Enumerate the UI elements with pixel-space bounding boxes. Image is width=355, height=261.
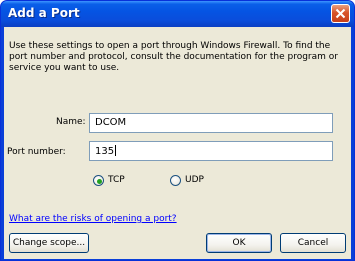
change-scope-button[interactable]: Change scope... xyxy=(9,233,89,253)
udp-radio-label: UDP xyxy=(185,175,204,185)
tcp-radio-label: TCP xyxy=(108,175,125,185)
close-button[interactable] xyxy=(331,4,350,23)
name-field-value: DCOM xyxy=(95,117,127,128)
name-field[interactable]: DCOM xyxy=(89,113,333,133)
cancel-button[interactable]: Cancel xyxy=(280,233,346,253)
port-number-field[interactable]: 135 xyxy=(89,141,333,161)
port-number-value: 135 xyxy=(95,146,115,157)
name-label: Name: xyxy=(56,117,86,127)
dialog-body: Use these settings to open a port throug… xyxy=(4,27,351,259)
udp-radio-circle xyxy=(170,175,181,186)
tcp-radio[interactable]: TCP xyxy=(93,175,133,189)
risks-help-link[interactable]: What are the risks of opening a port? xyxy=(9,214,177,224)
udp-radio[interactable]: UDP xyxy=(170,175,210,189)
dialog-title: Add a Port xyxy=(8,6,80,20)
ok-button[interactable]: OK xyxy=(206,233,272,253)
tcp-radio-circle xyxy=(93,175,104,186)
title-bar[interactable]: Add a Port xyxy=(1,1,354,27)
description-text: Use these settings to open a port throug… xyxy=(9,41,338,73)
radio-selected-dot xyxy=(97,179,102,184)
port-number-label: Port number: xyxy=(7,147,66,157)
close-icon xyxy=(335,8,346,19)
text-caret xyxy=(115,145,117,156)
add-port-dialog: Add a Port Use these settings to open a … xyxy=(0,0,355,261)
